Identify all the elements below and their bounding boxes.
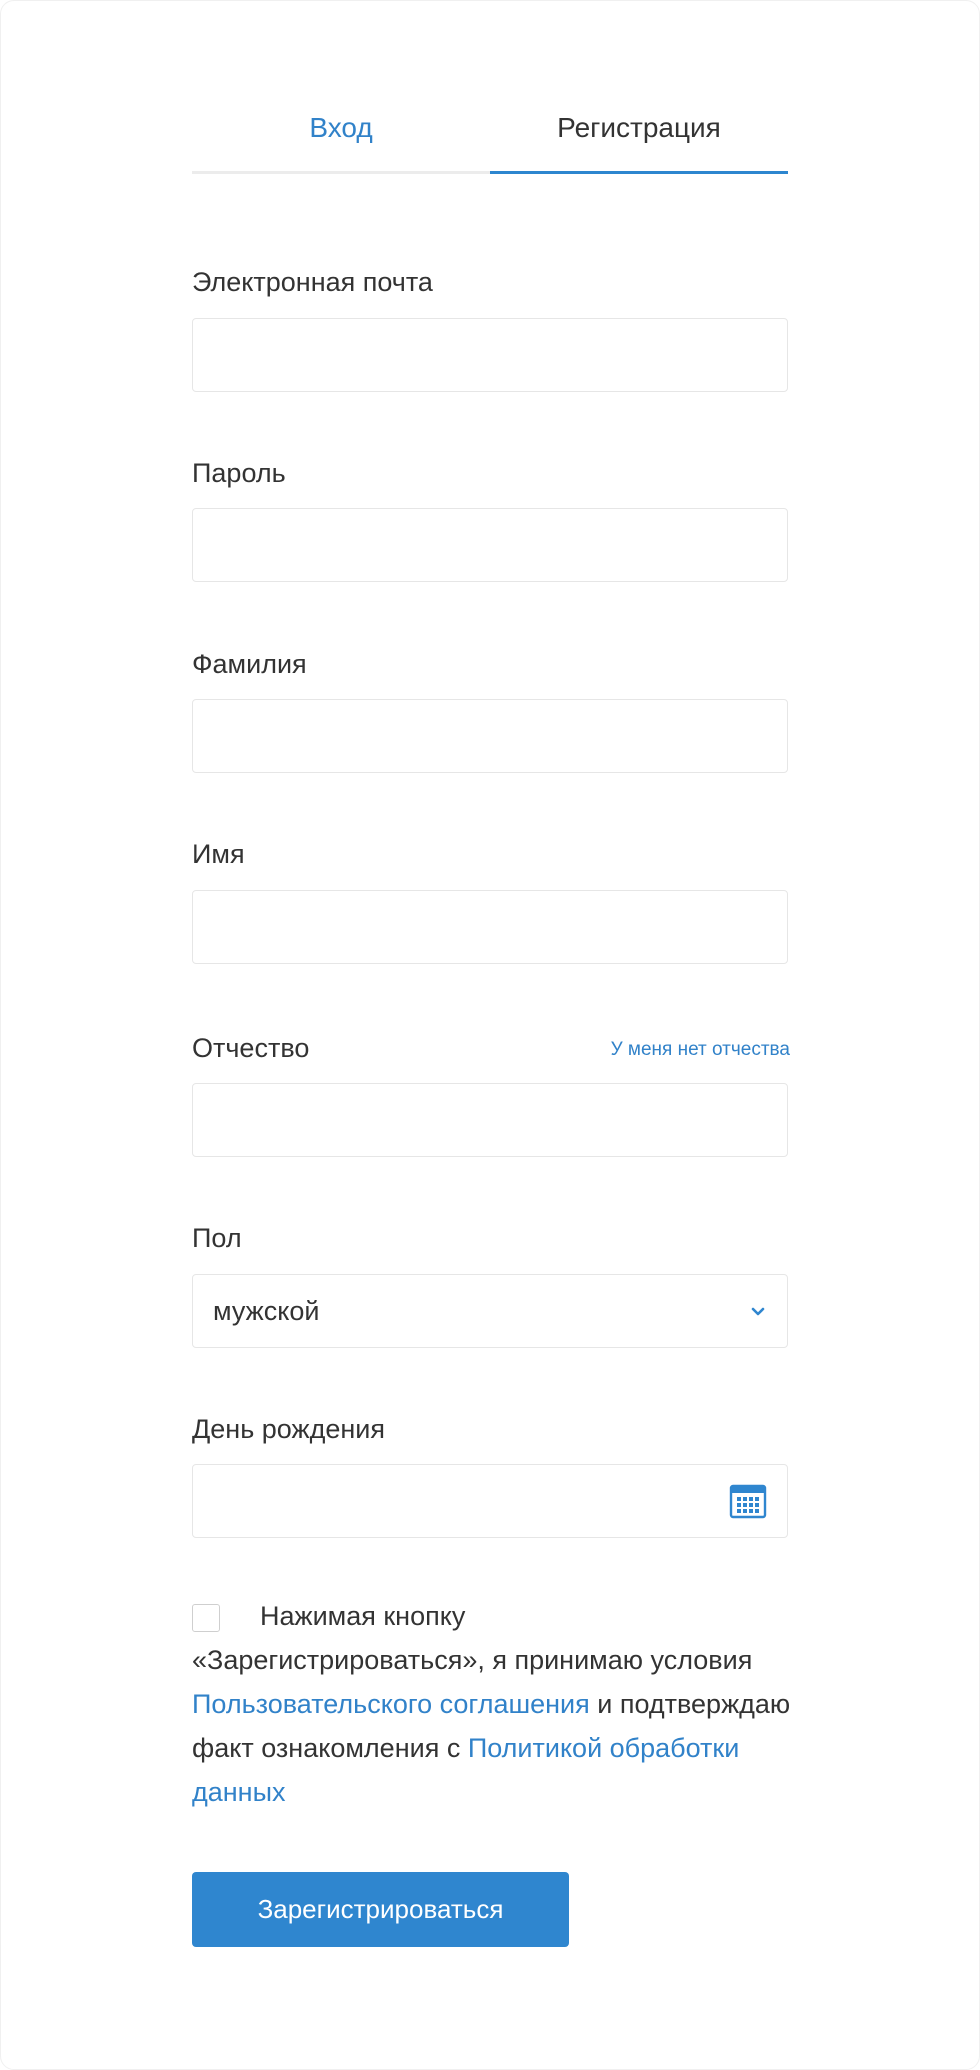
terms-link[interactable]: Пользовательского соглашения — [192, 1689, 590, 1719]
chevron-down-icon — [747, 1300, 769, 1322]
agreement-text-part-1: Нажимая кнопку — [260, 1601, 466, 1631]
gender-label: Пол — [192, 1223, 242, 1253]
last-name-field-box — [192, 699, 788, 773]
first-name-field-box — [192, 890, 788, 964]
tab-register[interactable]: Регистрация — [490, 96, 788, 174]
password-field[interactable] — [193, 509, 787, 581]
birthday-label: День рождения — [192, 1414, 385, 1444]
auth-tabs: Вход Регистрация — [192, 96, 788, 174]
calendar-icon[interactable] — [729, 1482, 767, 1520]
patronymic-field-box — [192, 1083, 788, 1157]
password-label: Пароль — [192, 458, 286, 488]
birthday-field[interactable] — [193, 1465, 787, 1537]
password-field-box — [192, 508, 788, 582]
patronymic-field[interactable] — [193, 1084, 787, 1156]
patronymic-label: Отчество — [192, 1033, 310, 1063]
agreement-text-part-2: «Зарегистрироваться», я принимаю условия — [192, 1645, 753, 1675]
first-name-label: Имя — [192, 839, 245, 869]
tab-login[interactable]: Вход — [192, 96, 490, 174]
agreement-text: Нажимая кнопку «Зарегистрироваться», я п… — [192, 1594, 792, 1814]
gender-selected-value: мужской — [213, 1295, 320, 1326]
email-field[interactable] — [193, 319, 787, 391]
email-field-box — [192, 318, 788, 392]
birthday-field-box — [192, 1464, 788, 1538]
last-name-label: Фамилия — [192, 649, 307, 679]
first-name-field[interactable] — [193, 891, 787, 963]
gender-select[interactable]: мужской — [192, 1274, 788, 1348]
no-patronymic-link[interactable]: У меня нет отчества — [611, 1034, 790, 1066]
last-name-field[interactable] — [193, 700, 787, 772]
register-button[interactable]: Зарегистрироваться — [192, 1872, 569, 1947]
email-label: Электронная почта — [192, 267, 433, 297]
